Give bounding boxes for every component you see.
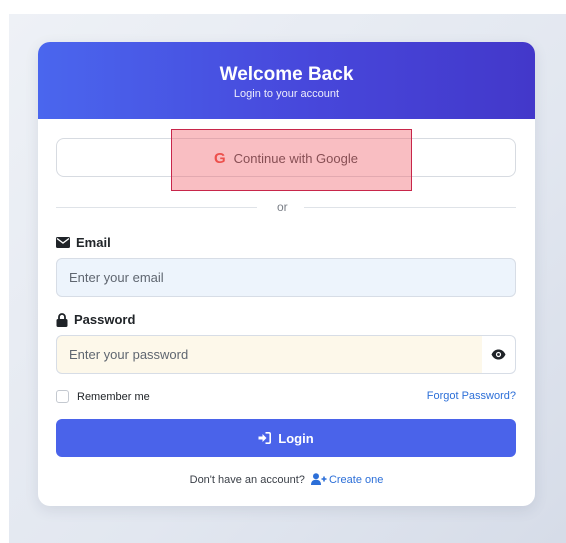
login-button[interactable]: Login (56, 419, 516, 457)
signup-prompt: Don't have an account? Create one (38, 473, 535, 486)
login-button-label: Login (278, 430, 314, 446)
sign-in-icon (258, 432, 272, 444)
page-subtitle: Login to your account (233, 88, 340, 100)
login-card: Welcome Back Login to your account G Cont… (38, 42, 535, 506)
envelope-icon (56, 237, 70, 248)
user-plus-icon (310, 473, 327, 485)
password-label-text: Password (74, 312, 136, 327)
password-label: Password (56, 312, 135, 327)
toggle-password-button[interactable] (482, 335, 516, 374)
password-field[interactable] (56, 335, 483, 374)
divider-text: or (277, 200, 288, 214)
highlight-overlay (171, 129, 412, 191)
email-label-text: Email (76, 235, 111, 250)
divider-line-right (304, 207, 516, 208)
signup-prompt-text: Don't have an account? (189, 474, 305, 486)
remember-me: Remember me (56, 390, 150, 403)
create-account-link[interactable]: Create one (308, 473, 384, 486)
remember-me-label[interactable]: Remember me (77, 391, 150, 403)
eye-icon (491, 349, 506, 360)
card-header: Welcome Back Login to your account (38, 42, 535, 119)
email-field[interactable] (56, 258, 516, 297)
or-divider: or (56, 198, 516, 218)
divider-line-left (56, 207, 257, 208)
lock-icon (56, 312, 68, 327)
create-account-label: Create one (328, 474, 384, 486)
page-title: Welcome Back (219, 64, 354, 85)
email-label: Email (56, 235, 111, 250)
remember-me-checkbox[interactable] (56, 390, 69, 403)
forgot-password-link[interactable]: Forgot Password? (427, 390, 516, 402)
